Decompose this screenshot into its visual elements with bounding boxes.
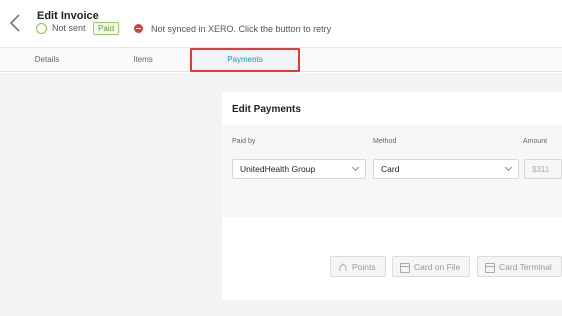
card-terminal-label: Card Terminal: [499, 262, 552, 272]
not-sent-status-icon: [36, 23, 47, 34]
card-icon: [400, 263, 410, 273]
card-on-file-label: Card on File: [414, 262, 461, 272]
invoice-header: Edit Invoice Not sent Paid Not synced in…: [0, 0, 562, 48]
tab-items[interactable]: Items: [122, 48, 164, 72]
method-select[interactable]: Card: [373, 159, 519, 179]
points-button-label: Points: [352, 262, 376, 272]
paid-by-value: UnitedHealth Group: [240, 164, 316, 174]
chevron-down-icon: [504, 163, 513, 172]
column-header-amount: Amount: [523, 138, 548, 145]
column-header-method: Method: [373, 138, 397, 145]
method-value: Card: [381, 164, 400, 174]
chevron-down-icon: [351, 163, 360, 172]
panel-title: Edit Payments: [232, 104, 301, 115]
paid-by-select[interactable]: UnitedHealth Group: [232, 159, 366, 179]
invoice-tabs: Details Items Payments: [0, 48, 562, 72]
paid-status-badge: Paid: [93, 22, 120, 35]
page-title: Edit Invoice: [37, 10, 99, 22]
edit-payments-panel: Edit Payments Paid by Method Amount Unit…: [222, 92, 562, 300]
points-button[interactable]: Points: [330, 256, 386, 277]
back-arrow-icon[interactable]: [8, 14, 22, 32]
points-icon: [339, 263, 347, 271]
column-header-paid-by: Paid by: [232, 138, 256, 145]
tab-details[interactable]: Details: [24, 48, 70, 72]
sent-status-label: Not sent: [52, 23, 86, 33]
card-terminal-button[interactable]: Card Terminal: [477, 256, 562, 277]
sync-error-icon[interactable]: [134, 24, 143, 33]
tab-payments[interactable]: Payments: [190, 48, 300, 72]
amount-input[interactable]: $311: [524, 159, 562, 179]
card-on-file-button[interactable]: Card on File: [392, 256, 470, 277]
card-terminal-icon: [485, 263, 495, 273]
amount-value: $311: [532, 165, 550, 174]
sync-status-message: Not synced in XERO. Click the button to …: [151, 24, 332, 34]
